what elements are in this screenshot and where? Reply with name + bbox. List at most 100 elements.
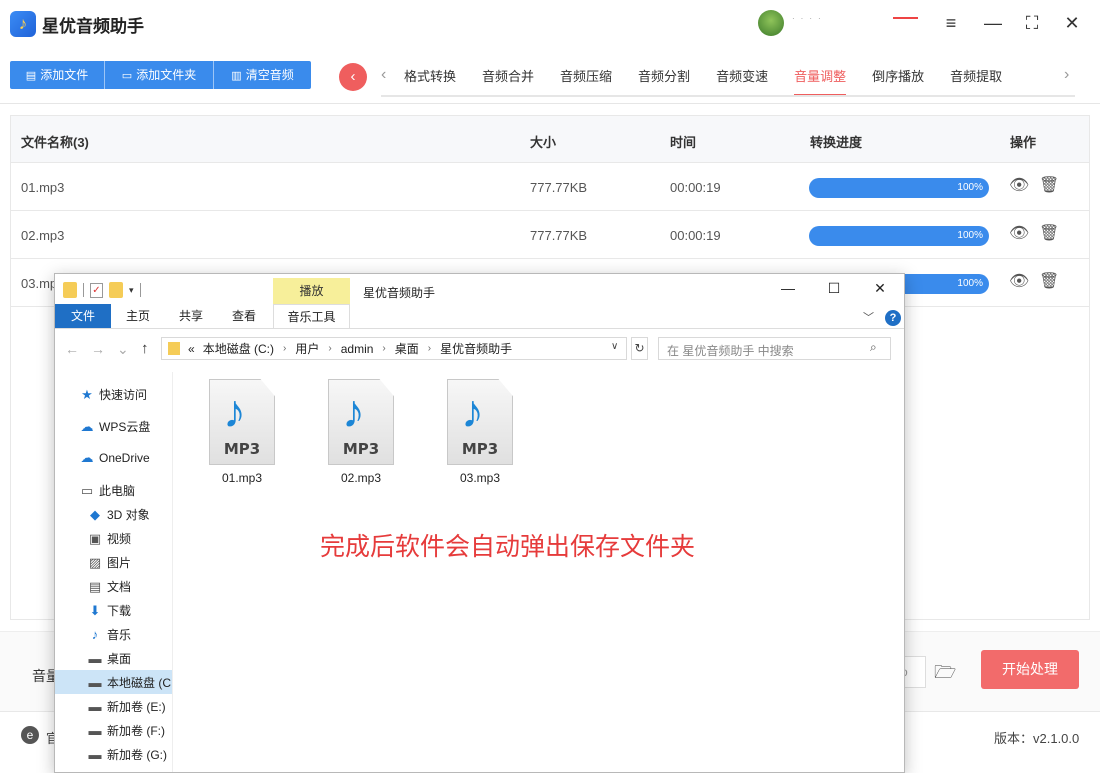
address-bar[interactable]: « 本地磁盘 (C:) › 用户 › admin › 桌面 › 星优音频助手 [161,337,627,360]
browser-icon[interactable]: e [21,726,39,744]
minimize-button[interactable]: — [978,8,1008,38]
clear-audio-button[interactable]: ▥ 清空音频 [214,61,311,89]
address-crumb[interactable]: 桌面 [395,340,419,357]
ribbon-tab-home[interactable]: 主页 [115,304,161,328]
file-item[interactable]: ♪ MP3 03.mp3 [430,379,530,499]
preview-eye-icon[interactable]: 👁 [1009,223,1029,243]
qat-dropdown-icon[interactable]: ▾ [129,285,134,296]
nav-item[interactable]: ▬ 新加卷 (G:) [55,742,172,766]
tab-item[interactable]: 音量调整 [794,66,847,96]
start-button[interactable]: 开始处理 [981,650,1079,689]
chevron-right-icon: › [382,343,386,354]
folder-icon: ▭ [121,70,133,82]
up-icon[interactable]: ↑ [141,340,149,357]
nav-item[interactable]: ▣ 视频 [55,526,172,550]
nav-item-label: WPS云盘 [99,420,151,434]
app-title: 星优音频助手 [42,17,144,36]
nav-item-label: 文档 [107,580,132,594]
nav-item[interactable]: ▤ 文档 [55,574,172,598]
nav-arrows[interactable]: ←→⌄ [65,341,141,358]
ribbon-expand-icon[interactable]: ﹀ [863,309,874,325]
add-file-button[interactable]: ▤ 添加文件 [10,61,105,89]
open-folder-icon[interactable]: 🗁 [934,660,956,690]
explorer-maximize-button[interactable]: ☐ [811,280,857,297]
delete-trash-icon[interactable]: 🗑 [1039,271,1059,291]
nav-item[interactable]: ☁ OneDrive [55,446,172,470]
nav-item[interactable]: ▬ 新加卷 (E:) [55,694,172,718]
tab-item[interactable]: 音频合并 [482,66,534,92]
settings-icon[interactable]: ≡ [936,8,966,38]
nav-item[interactable]: ⬇ 下载 [55,598,172,622]
music-icon: ♪ [91,627,99,642]
nav-item[interactable]: ▬ 新加卷 (F:) [55,718,172,742]
nav-item[interactable]: ☁ WPS云盘 [55,414,172,438]
folder-icon[interactable] [63,282,77,298]
ribbon-tab-share[interactable]: 共享 [168,304,214,328]
help-icon[interactable]: ? [885,310,901,326]
tab-item[interactable]: 格式转换 [404,66,456,92]
file-button-group: ▤ 添加文件 ▭ 添加文件夹 ▥ 清空音频 [10,61,311,89]
mp3-file-icon: ♪ MP3 [328,379,394,465]
user-name[interactable]: ···· [792,14,882,28]
tab-item[interactable]: 音频变速 [716,66,768,92]
tab-item[interactable]: 音频提取 [950,66,1002,92]
table-header: 文件名称(3) 大小 时间 转换进度 操作 [11,116,1089,163]
properties-icon[interactable]: ✓ [90,282,103,298]
file-duration: 00:00:19 [670,180,721,195]
address-crumb[interactable]: 本地磁盘 (C:) [203,340,274,357]
ribbon-tab-file[interactable]: 文件 [55,304,111,328]
nav-item[interactable]: ★ 快速访问 [55,382,172,406]
drive-icon: ▬ [88,699,102,714]
avatar[interactable] [758,10,784,36]
mp3-file-icon: ♪ MP3 [209,379,275,465]
nav-item-label: 新加卷 (E:) [107,700,166,714]
tabs-prev-icon[interactable]: ‹ [381,66,386,84]
search-input[interactable]: 在 星优音频助手 中搜索 [658,337,891,360]
explorer-close-button[interactable]: ✕ [857,280,903,297]
maximize-button[interactable]: ⛶ [1017,8,1047,38]
onedrive-icon: ☁ [80,450,94,465]
file-name: 01.mp3 [21,180,65,195]
ribbon-tab-view[interactable]: 查看 [221,304,267,328]
add-folder-label: 添加文件夹 [136,68,197,82]
refresh-icon[interactable]: ↻ [631,337,648,360]
tab-play-context[interactable]: 播放 [273,278,350,304]
address-dropdown-icon[interactable]: ∨ [611,341,618,352]
file-duration: 00:00:19 [670,228,721,243]
file-item[interactable]: ♪ MP3 02.mp3 [311,379,411,499]
header-progress: 转换进度 [810,135,863,150]
function-tabs: 格式转换 音频合并 音频压缩 音频分割 音频变速 音量调整 倒序播放 音频提取 [404,66,1028,96]
ribbon-tab-music-tools[interactable]: 音乐工具 [273,304,350,328]
video-icon: ▣ [88,531,102,546]
nav-item[interactable]: ♪ 音乐 [55,622,172,646]
nav-item[interactable]: ◆ 3D 对象 [55,502,172,526]
nav-item-label: 视频 [107,532,132,546]
nav-item[interactable]: ▬ 桌面 [55,646,172,670]
file-item[interactable]: ♪ MP3 01.mp3 [192,379,292,499]
address-crumb[interactable]: admin [341,342,374,356]
nav-item[interactable]: ▨ 图片 [55,550,172,574]
tabs-next-icon[interactable]: › [1064,66,1069,84]
tab-item[interactable]: 倒序播放 [872,66,924,92]
back-button[interactable]: ‹ [339,63,367,91]
star-icon: ★ [81,387,93,402]
delete-trash-icon[interactable]: 🗑 [1039,223,1059,243]
close-button[interactable]: ✕ [1057,8,1087,38]
tab-item[interactable]: 音频压缩 [560,66,612,92]
nav-item[interactable]: ▬ 本地磁盘 (C [55,670,172,694]
search-icon[interactable]: ⌕ [870,340,877,355]
address-overflow-icon[interactable]: « [188,342,195,356]
tab-item[interactable]: 音频分割 [638,66,690,92]
address-crumb[interactable]: 用户 [295,340,319,357]
preview-eye-icon[interactable]: 👁 [1009,175,1029,195]
delete-trash-icon[interactable]: 🗑 [1039,175,1059,195]
explorer-minimize-button[interactable]: — [765,280,811,296]
nav-item[interactable]: ▭ 此电脑 [55,478,172,502]
progress-bar: 100% [809,226,989,246]
new-folder-icon[interactable] [109,282,123,298]
nav-item-label: 此电脑 [99,484,136,498]
address-crumb[interactable]: 星优音频助手 [440,340,512,357]
drive-icon: ▬ [88,723,102,738]
preview-eye-icon[interactable]: 👁 [1009,271,1029,291]
add-folder-button[interactable]: ▭ 添加文件夹 [105,61,214,89]
